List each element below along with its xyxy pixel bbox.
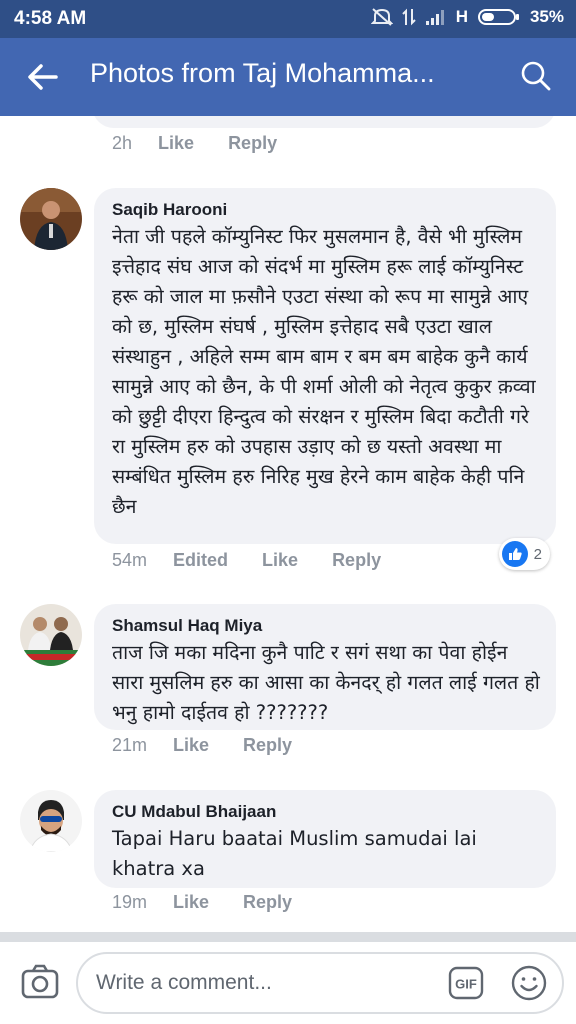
comment-bubble: CU Mdabul Bhaijaan Tapai Haru baatai Mus… [94,790,556,888]
search-icon[interactable] [520,60,552,92]
like-link[interactable]: Like [173,892,209,913]
comment-age: 2h [112,133,133,153]
reply-link[interactable]: Reply [228,133,277,154]
mute-icon [370,8,393,26]
signal-icon [425,10,444,25]
like-link[interactable]: Like [158,133,194,154]
emoji-icon[interactable] [510,964,548,1002]
comment-actions: 21m Like Reply [112,735,326,756]
page-title: Photos from Taj Mohamma... [90,58,435,88]
like-link[interactable]: Like [173,735,209,756]
app-bar: Photos from Taj Mohamma... [0,38,576,116]
comment-author[interactable]: Saqib Harooni [112,200,540,220]
comments-list: 2h Like Reply Saqib Harooni नेता जी पहले… [0,116,576,932]
comment-text: ताज जि मका मदिना कुनै पाटि र सगं सथा का … [112,641,540,724]
comment-actions: 54m Edited Like Reply [112,550,415,571]
comment-text: नेता जी पहले कॉम्युनिस्ट फिर मुसलमान है,… [112,225,536,518]
like-link[interactable]: Like [262,550,298,571]
avatar[interactable] [20,188,82,250]
comment-age: 19m [112,892,148,912]
comment-age: 54m [112,550,148,570]
camera-icon[interactable] [20,962,60,1002]
edited-label[interactable]: Edited [173,550,228,571]
gif-icon[interactable]: GIF [448,966,484,1000]
avatar-photo-icon [20,604,82,666]
reaction-count: 2 [533,545,542,563]
comment-age: 21m [112,735,148,755]
comment-bubble: Shamsul Haq Miya ताज जि मका मदिना कुनै प… [94,604,556,730]
comment-input[interactable]: Write a comment... GIF [76,952,564,1014]
reply-link[interactable]: Reply [243,892,292,913]
status-bar: 4:58 AM H 35% [0,0,576,38]
previous-comment-bubble [92,116,556,128]
battery-percent: 35% [529,7,564,26]
status-icons: H 35% [370,7,564,27]
avatar[interactable] [20,790,82,852]
battery-icon [477,9,519,25]
comment-input-placeholder: Write a comment... [96,971,272,994]
data-transfer-icon [401,8,416,26]
comment-actions: 19m Like Reply [112,892,326,913]
previous-comment-actions: 2h Like Reply [112,133,311,154]
reply-link[interactable]: Reply [332,550,381,571]
comment-bubble: Saqib Harooni नेता जी पहले कॉम्युनिस्ट फ… [94,188,556,544]
gif-label: GIF [455,977,477,992]
avatar-photo-icon [20,790,82,852]
avatar[interactable] [20,604,82,666]
comment-text: Tapai Haru baatai Muslim samudai lai kha… [112,827,477,880]
comment-author[interactable]: CU Mdabul Bhaijaan [112,802,540,822]
thumbs-up-icon [501,541,528,567]
reply-link[interactable]: Reply [243,735,292,756]
back-arrow-icon[interactable] [26,60,60,94]
comment-composer: Write a comment... GIF [0,942,576,1024]
avatar-photo-icon [20,188,82,250]
comment-author[interactable]: Shamsul Haq Miya [112,616,540,636]
reactions-badge[interactable]: 2 [498,538,550,570]
network-type: H [455,7,468,26]
status-time: 4:58 AM [14,8,87,29]
composer-divider [0,932,576,942]
